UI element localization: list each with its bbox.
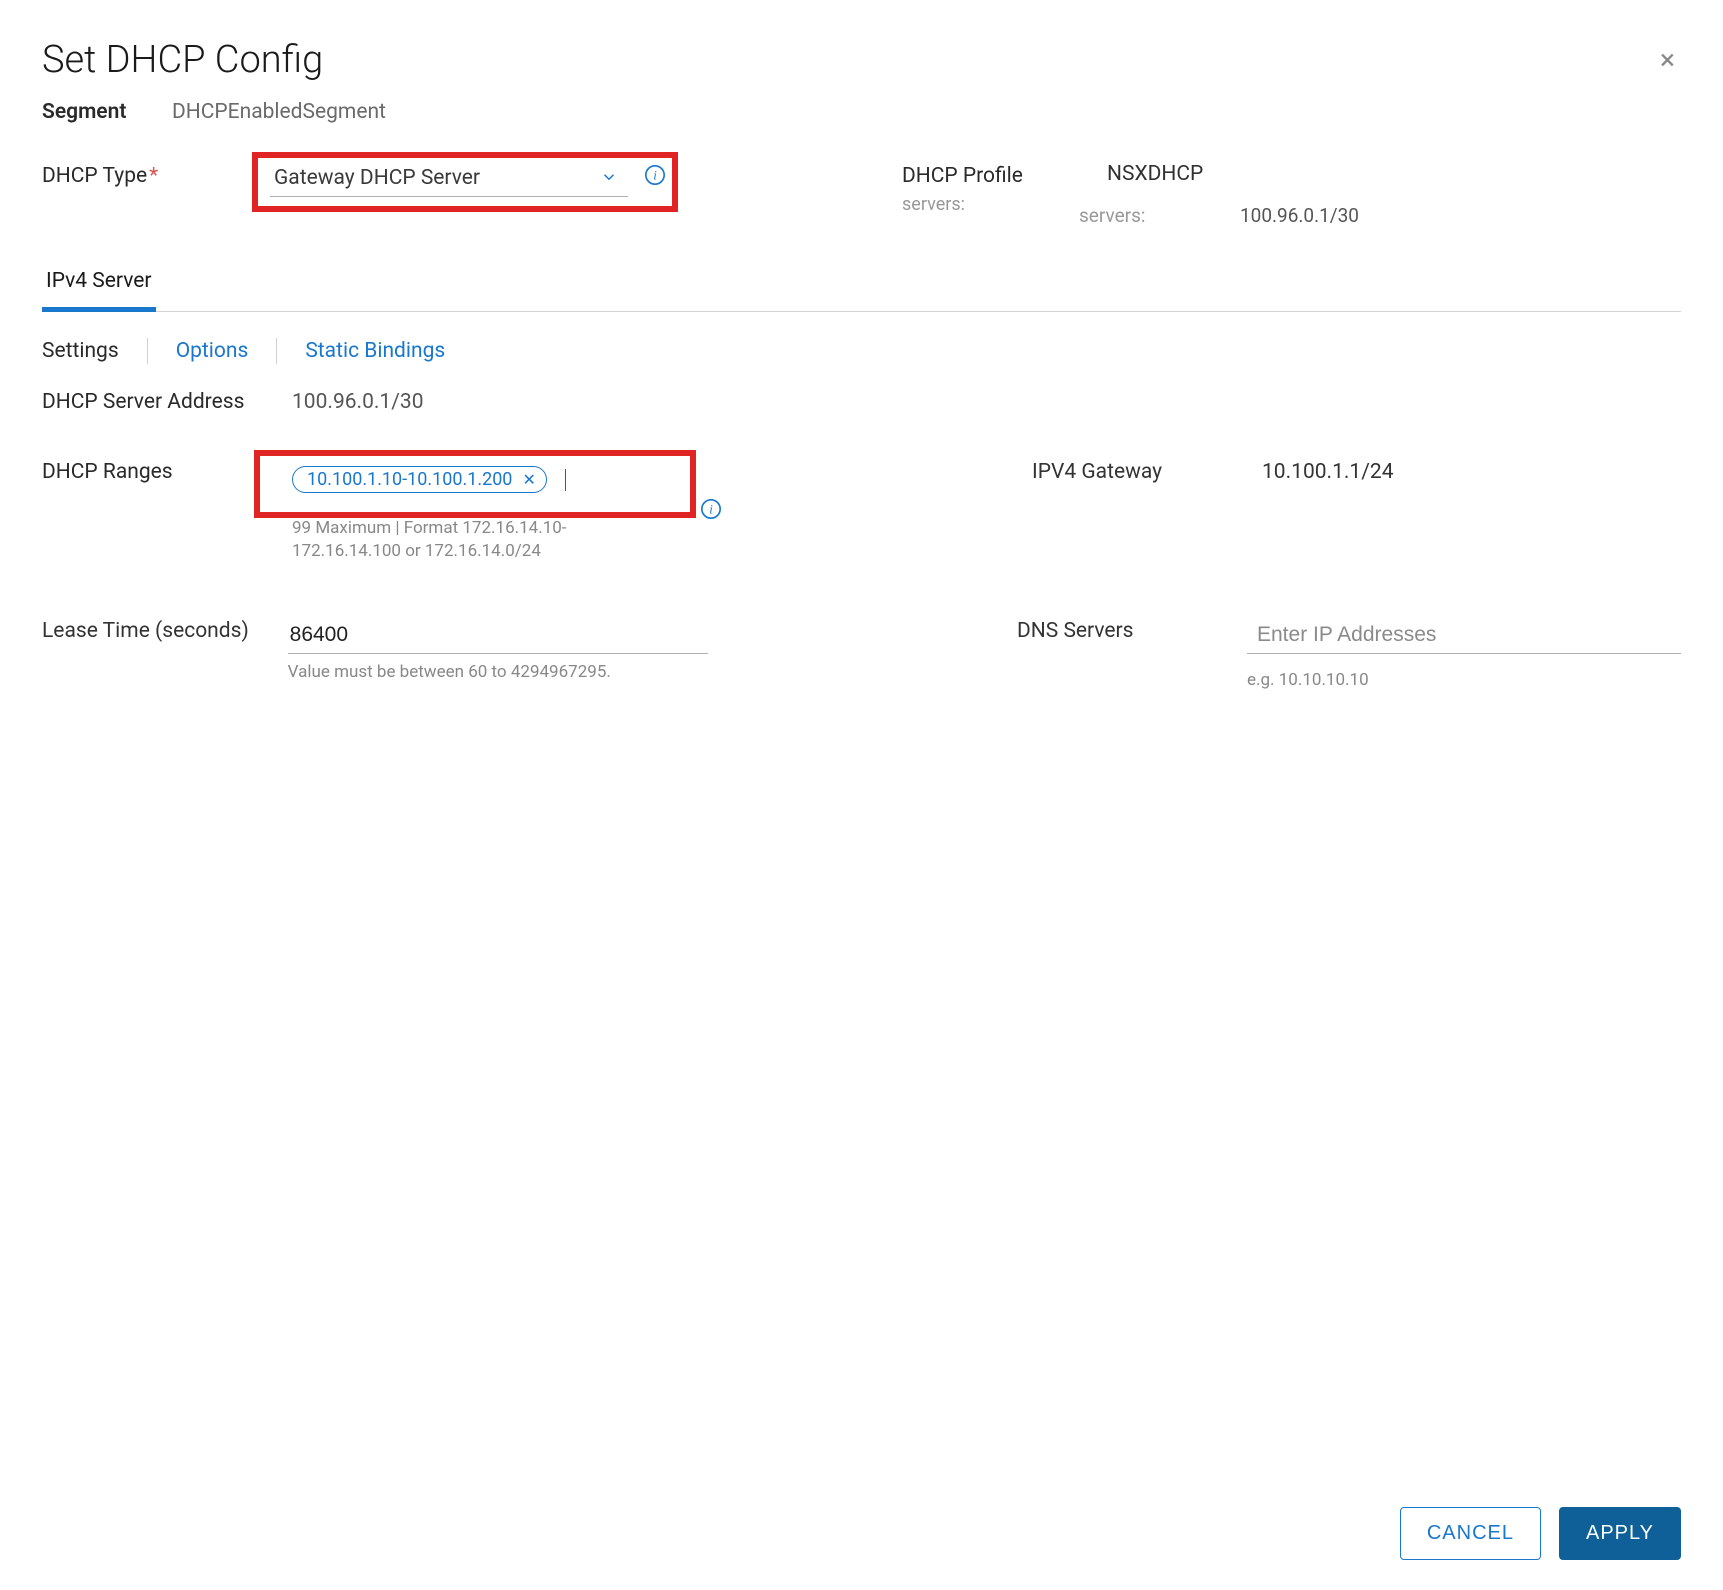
dns-servers-input[interactable] (1247, 619, 1681, 654)
ipv4-gateway-value: 10.100.1.1/24 (1262, 460, 1394, 484)
tab-ipv4-server[interactable]: IPv4 Server (42, 259, 156, 312)
lease-time-input[interactable] (288, 619, 708, 654)
server-address-value: 100.96.0.1/30 (292, 390, 424, 414)
dhcp-type-label: DHCP Type (42, 162, 270, 197)
main-tab-bar: IPv4 Server (42, 259, 1681, 312)
server-address-label: DHCP Server Address (42, 390, 292, 414)
svg-text:i: i (653, 169, 657, 183)
divider (147, 338, 148, 364)
apply-button[interactable]: APPLY (1559, 1507, 1681, 1560)
divider (276, 338, 277, 364)
dns-servers-help: e.g. 10.10.10.10 (1247, 670, 1681, 690)
lease-time-label: Lease Time (seconds) (42, 619, 288, 643)
svg-text:i: i (709, 503, 713, 517)
page-title: Set DHCP Config (42, 38, 1681, 82)
lease-time-help: Value must be between 60 to 4294967295. (288, 662, 887, 682)
text-cursor (565, 469, 566, 491)
info-icon[interactable]: i (644, 164, 666, 186)
dhcp-ranges-label: DHCP Ranges (42, 460, 292, 484)
subtab-settings[interactable]: Settings (42, 339, 119, 363)
ranges-gateway-row: DHCP Ranges 10.100.1.10-10.100.1.200 ✕ 9… (42, 460, 1681, 563)
dhcp-ranges-help: 99 Maximum | Format 172.16.14.10-172.16.… (292, 517, 592, 563)
dhcp-profile-servers-value: 100.96.0.1/30 (1240, 204, 1359, 227)
dns-servers-label: DNS Servers (1017, 619, 1247, 690)
sub-tab-bar: Settings Options Static Bindings (42, 338, 1681, 364)
range-chip-text: 10.100.1.10-10.100.1.200 (307, 469, 512, 490)
subtab-static-bindings[interactable]: Static Bindings (305, 339, 445, 363)
ipv4-gateway-label: IPV4 Gateway (1032, 460, 1262, 484)
chevron-down-icon[interactable] (600, 168, 618, 186)
segment-row: Segment DHCPEnabledSegment (42, 100, 1681, 124)
dhcp-profile-servers-label2: servers: (1079, 204, 1146, 227)
close-icon[interactable]: ✕ (522, 470, 535, 489)
segment-value: DHCPEnabledSegment (172, 100, 386, 124)
dhcp-config-dialog: Set DHCP Config × Segment DHCPEnabledSeg… (0, 0, 1723, 1590)
info-icon[interactable]: i (700, 498, 722, 520)
lease-dns-row: Lease Time (seconds) Value must be betwe… (42, 619, 1681, 690)
dhcp-ranges-input[interactable]: 10.100.1.10-10.100.1.200 ✕ (292, 460, 902, 499)
subtab-options[interactable]: Options (176, 339, 249, 363)
segment-label: Segment (42, 100, 172, 124)
cancel-button[interactable]: CANCEL (1400, 1507, 1541, 1560)
dhcp-type-profile-row: DHCP Type Gateway DHCP Server i DHCP Pro… (42, 162, 1681, 215)
dhcp-profile-servers-label: servers: (902, 194, 1064, 215)
dhcp-type-select-wrap: Gateway DHCP Server i (270, 162, 628, 197)
dialog-footer: CANCEL APPLY (1400, 1507, 1681, 1560)
close-icon[interactable]: × (1660, 46, 1675, 74)
dhcp-profile-value: NSXDHCP (1107, 162, 1203, 186)
dhcp-type-select[interactable]: Gateway DHCP Server (270, 162, 628, 197)
server-address-row: DHCP Server Address 100.96.0.1/30 (42, 390, 1681, 414)
range-chip: 10.100.1.10-10.100.1.200 ✕ (292, 466, 547, 493)
